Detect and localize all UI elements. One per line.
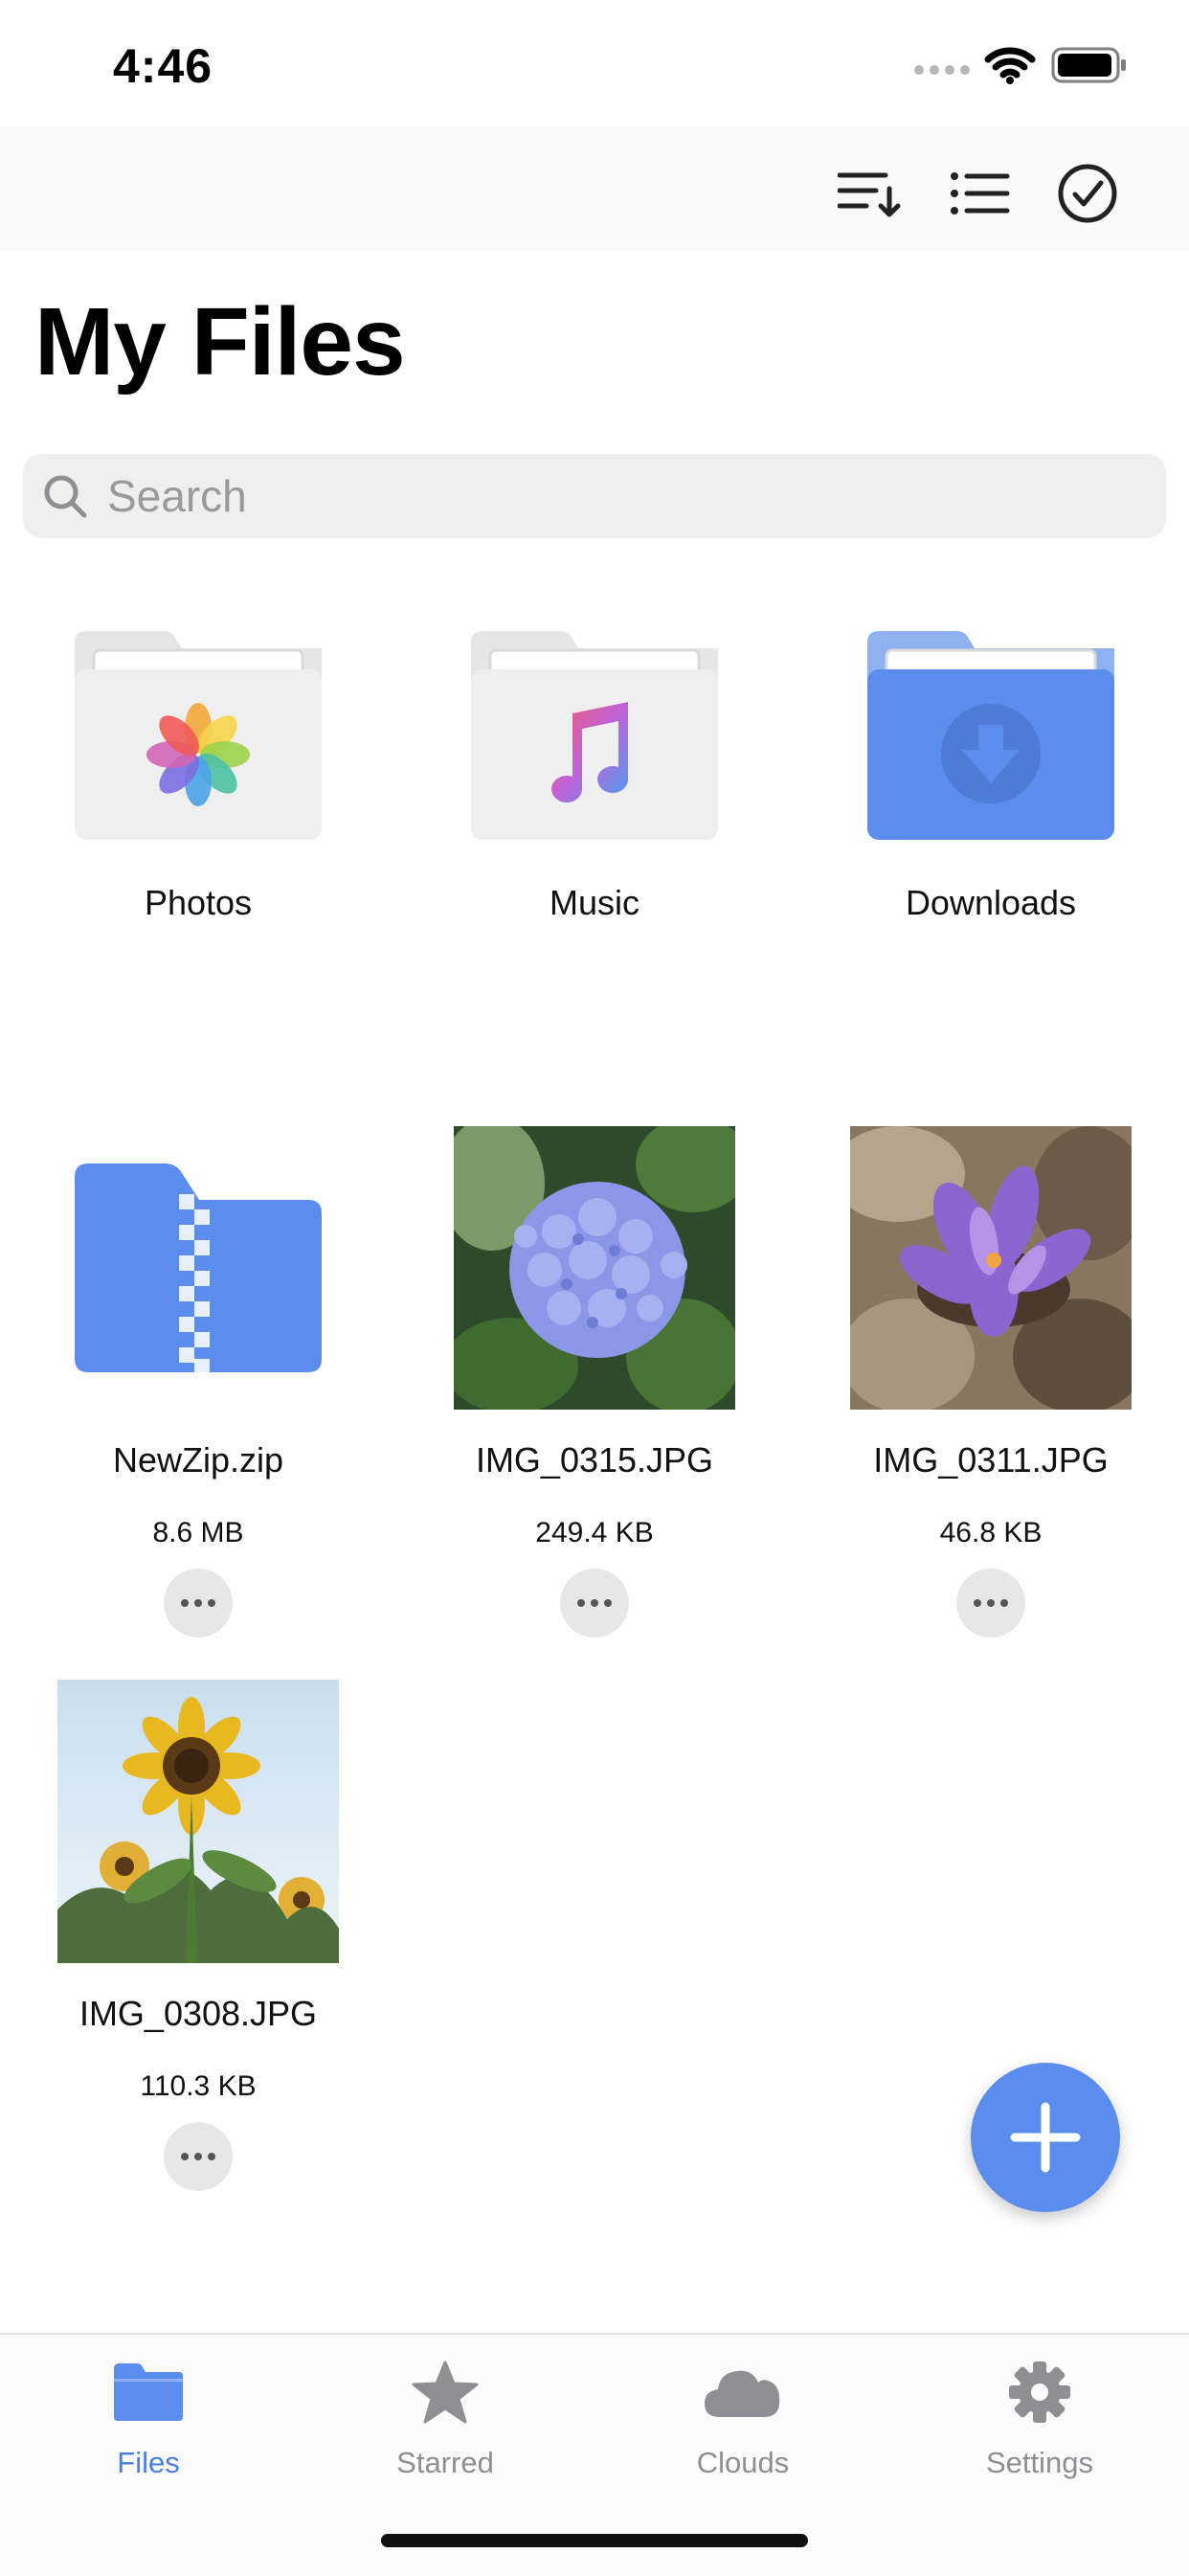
cloud-icon (628, 2354, 858, 2430)
folder-icon (34, 2354, 263, 2430)
folder-tile-downloads[interactable]: Downloads (793, 594, 1189, 938)
tab-clouds[interactable]: Clouds (628, 2354, 858, 2497)
folder-name: Downloads (905, 883, 1077, 922)
plus-icon (1010, 2102, 1081, 2173)
zip-file-icon (0, 1126, 396, 1410)
tab-label: Starred (396, 2446, 494, 2479)
file-name: IMG_0308.JPG (79, 1994, 318, 2033)
tab-label: Clouds (696, 2446, 790, 2479)
ellipsis-icon (181, 2153, 215, 2160)
sunflower-photo (0, 1680, 396, 1963)
select-button[interactable] (1049, 155, 1126, 232)
tab-label: Settings (985, 2446, 1093, 2479)
top-toolbar (0, 126, 1189, 251)
photos-folder-icon (0, 594, 396, 877)
file-tile-img-0315[interactable]: IMG_0315.JPG 249.4 KB (396, 1126, 793, 1643)
status-time: 4:46 (113, 39, 213, 93)
file-size: 8.6 MB (152, 1517, 244, 1548)
ellipsis-icon (974, 1599, 1008, 1607)
folder-name: Music (549, 883, 639, 922)
sort-button[interactable] (831, 155, 908, 232)
home-indicator (381, 2534, 808, 2547)
tab-settings[interactable]: Settings (925, 2354, 1155, 2497)
downloads-folder-icon (793, 594, 1189, 877)
more-options-button[interactable] (164, 1569, 233, 1638)
more-options-button[interactable] (560, 1569, 629, 1638)
search-icon (44, 475, 87, 518)
folder-tile-photos[interactable]: Photos (0, 594, 396, 938)
hydrangea-photo (396, 1126, 793, 1410)
music-folder-icon (396, 594, 793, 877)
tab-starred[interactable]: Starred (330, 2354, 560, 2497)
file-size: 249.4 KB (535, 1517, 654, 1548)
file-tile-img-0311[interactable]: IMG_0311.JPG 46.8 KB (793, 1126, 1189, 1643)
tab-label: Files (117, 2446, 180, 2479)
tab-files[interactable]: Files (34, 2354, 263, 2497)
file-tile-newzip[interactable]: NewZip.zip 8.6 MB (0, 1126, 396, 1643)
ellipsis-icon (577, 1599, 612, 1607)
file-tile-img-0308[interactable]: IMG_0308.JPG 110.3 KB (0, 1680, 396, 2197)
wifi-icon (984, 47, 1036, 84)
star-icon (330, 2354, 560, 2430)
add-button[interactable] (971, 2063, 1120, 2212)
file-name: IMG_0315.JPG (475, 1440, 714, 1480)
gear-icon (925, 2354, 1155, 2430)
checkmark-circle-icon (1058, 164, 1117, 223)
list-view-icon (951, 172, 1010, 215)
folder-tile-music[interactable]: Music (396, 594, 793, 938)
more-options-button[interactable] (164, 2122, 233, 2191)
search-input[interactable] (105, 469, 1114, 523)
list-view-button[interactable] (942, 155, 1019, 232)
battery-icon (1051, 47, 1126, 83)
more-options-button[interactable] (956, 1569, 1025, 1638)
status-bar: 4:46 (0, 0, 1189, 126)
sort-descending-icon (838, 172, 901, 217)
ellipsis-icon (181, 1599, 215, 1607)
file-name: NewZip.zip (112, 1440, 284, 1480)
folder-name: Photos (144, 883, 253, 922)
file-size: 110.3 KB (140, 2070, 257, 2102)
file-size: 46.8 KB (939, 1517, 1043, 1548)
search-bar[interactable] (23, 454, 1166, 538)
crocus-photo (793, 1126, 1189, 1410)
file-name: IMG_0311.JPG (873, 1440, 1109, 1480)
cellular-signal-icon (914, 65, 970, 75)
page-title: My Files (34, 288, 406, 395)
